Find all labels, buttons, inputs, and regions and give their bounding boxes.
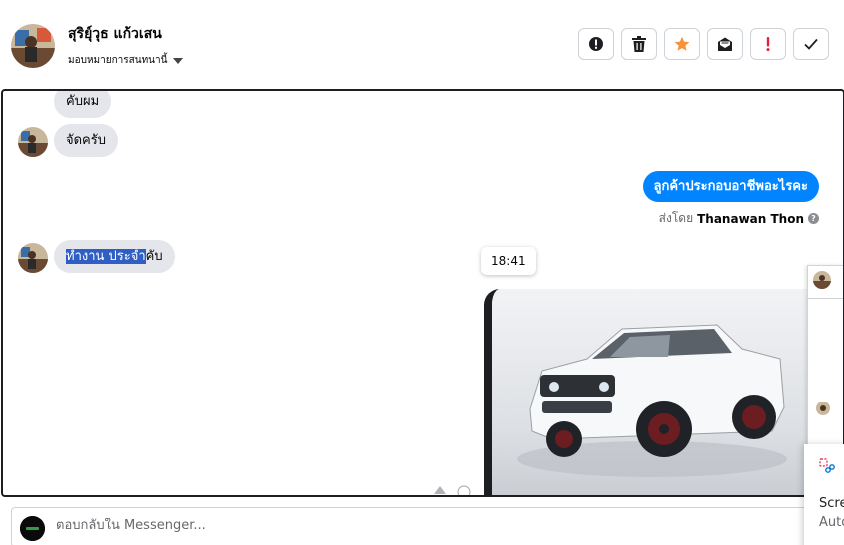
star-icon	[674, 36, 690, 51]
mark-done-button[interactable]	[793, 28, 829, 60]
message-actions	[433, 485, 471, 497]
message-text: ลูกค้าประกอบอาชีพอะไรคะ	[653, 179, 808, 194]
scissors-icon	[819, 458, 835, 473]
message-text: จัดครับ	[66, 133, 106, 148]
preview-popup[interactable]	[807, 265, 843, 447]
snipping-tool-notification[interactable]: Scre Auto	[804, 444, 844, 545]
notification-subtitle: Auto	[819, 515, 844, 530]
delete-button[interactable]	[621, 28, 657, 60]
message-text: คับ	[145, 249, 163, 264]
pickup-truck-image	[492, 289, 814, 495]
mark-spam-button[interactable]	[578, 28, 614, 60]
contact-avatar[interactable]	[11, 24, 55, 68]
contact-avatar-small[interactable]	[18, 127, 48, 157]
caret-down-icon	[173, 58, 184, 64]
message-bubble-received[interactable]: ทำงาน ประจำคับ	[54, 240, 175, 273]
notification-title: Scre	[819, 496, 844, 511]
reply-input[interactable]	[56, 518, 476, 533]
page-avatar	[20, 516, 45, 541]
follow-up-button[interactable]	[750, 28, 786, 60]
conversation-actions	[578, 28, 829, 60]
exclamation-icon	[766, 37, 770, 52]
message-bubble-received[interactable]: จัดครับ	[54, 124, 118, 157]
sent-by-name: Thanawan Thon	[697, 211, 804, 226]
preview-avatar	[813, 271, 831, 289]
mark-unread-button[interactable]	[707, 28, 743, 60]
timestamp-tooltip: 18:41	[481, 247, 536, 275]
assign-conversation-dropdown[interactable]: มอบหมายการสนทนานี้	[68, 53, 184, 68]
sent-by-info: ส่งโดย Thanawan Thon ?	[659, 209, 819, 228]
assign-label: มอบหมายการสนทนานี้	[68, 55, 168, 66]
messenger-inbox-page: สุริยุ์วุธ แก้วเสน มอบหมายการสนทนานี้ คั…	[0, 0, 844, 545]
contact-avatar-small[interactable]	[18, 243, 48, 273]
preview-avatar	[816, 401, 830, 415]
reply-box[interactable]	[11, 507, 844, 545]
message-thread[interactable]: คับผม จัดครับ ลูกค้าประกอบอาชีพอะไรคะ ส่…	[1, 89, 844, 497]
message-text: คับผม	[66, 94, 100, 109]
star-button[interactable]	[664, 28, 700, 60]
contact-name[interactable]: สุริยุ์วุธ แก้วเสน	[68, 23, 162, 45]
conversation-header: สุริยุ์วุธ แก้วเสน มอบหมายการสนทนานี้	[0, 0, 844, 89]
help-icon[interactable]: ?	[808, 213, 819, 224]
smile-icon[interactable]	[457, 485, 471, 497]
trash-icon	[632, 36, 646, 52]
image-attachment[interactable]	[484, 289, 814, 495]
selected-text: ทำงาน ประจำ	[66, 249, 146, 264]
divider	[808, 298, 843, 299]
message-bubble-sent[interactable]: ลูกค้าประกอบอาชีพอะไรคะ	[642, 171, 819, 202]
share-icon[interactable]	[433, 485, 447, 495]
alert-circle-icon	[589, 37, 603, 51]
envelope-icon	[718, 37, 732, 51]
check-icon	[804, 38, 818, 50]
message-bubble-received[interactable]: คับผม	[54, 91, 112, 118]
sent-by-label: ส่งโดย	[658, 211, 694, 225]
